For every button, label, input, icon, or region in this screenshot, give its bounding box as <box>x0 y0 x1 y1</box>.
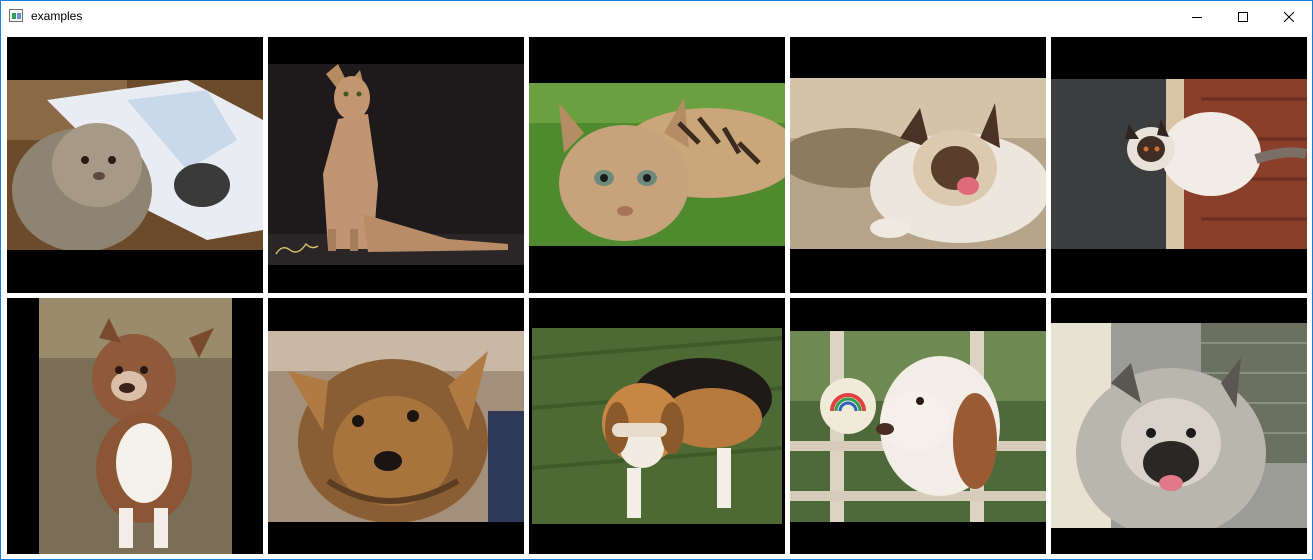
minimize-icon <box>1192 16 1202 18</box>
photo-english-setter <box>790 331 1046 522</box>
photo-keeshond <box>1051 323 1307 528</box>
photo-persian-cat <box>7 80 263 250</box>
image-tile[interactable] <box>529 37 785 293</box>
photo-bengal-cat <box>529 83 785 246</box>
image-tile[interactable] <box>529 298 785 554</box>
image-grid <box>1 32 1312 559</box>
minimize-button[interactable] <box>1174 1 1220 32</box>
photo-abyssinian-cat <box>268 64 524 265</box>
photo-birman-cat <box>790 78 1046 249</box>
image-tile[interactable] <box>790 37 1046 293</box>
image-tile[interactable] <box>1051 37 1307 293</box>
window-app-icon[interactable] <box>9 9 23 22</box>
image-tile[interactable] <box>790 298 1046 554</box>
close-icon <box>1284 11 1294 22</box>
close-button[interactable] <box>1266 1 1312 32</box>
image-tile[interactable] <box>1051 298 1307 554</box>
window-title: examples <box>31 9 83 23</box>
title-bar[interactable]: examples <box>1 1 1312 32</box>
image-tile[interactable] <box>7 298 263 554</box>
image-tile[interactable] <box>268 298 524 554</box>
photo-yorkshire-terrier <box>268 331 524 522</box>
photo-beagle <box>532 328 782 524</box>
maximize-icon <box>1238 11 1248 22</box>
image-tile[interactable] <box>268 37 524 293</box>
app-window: examples <box>0 0 1313 560</box>
photo-pit-bull <box>39 298 232 554</box>
image-tile[interactable] <box>7 37 263 293</box>
maximize-button[interactable] <box>1220 1 1266 32</box>
photo-siamese-cat <box>1051 79 1307 249</box>
